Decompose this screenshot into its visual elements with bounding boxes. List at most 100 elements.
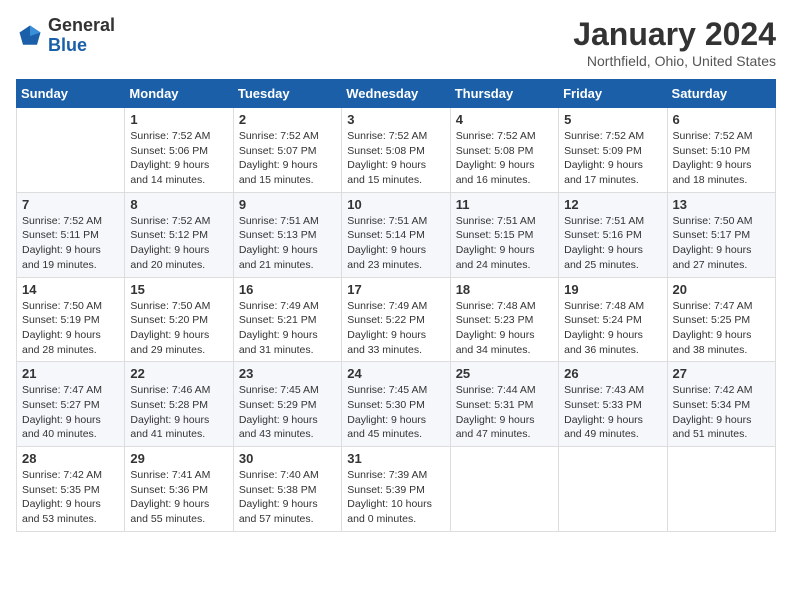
- weekday-header-saturday: Saturday: [667, 80, 775, 108]
- day-info: Sunrise: 7:52 AMSunset: 5:10 PMDaylight:…: [673, 129, 770, 188]
- calendar-cell: 16 Sunrise: 7:49 AMSunset: 5:21 PMDayligh…: [233, 277, 341, 362]
- day-info: Sunrise: 7:52 AMSunset: 5:12 PMDaylight:…: [130, 214, 227, 273]
- calendar-table: SundayMondayTuesdayWednesdayThursdayFrid…: [16, 79, 776, 532]
- calendar-cell: [17, 108, 125, 193]
- calendar-cell: 23 Sunrise: 7:45 AMSunset: 5:29 PMDayligh…: [233, 362, 341, 447]
- weekday-header-sunday: Sunday: [17, 80, 125, 108]
- day-info: Sunrise: 7:50 AMSunset: 5:20 PMDaylight:…: [130, 299, 227, 358]
- calendar-cell: 11 Sunrise: 7:51 AMSunset: 5:15 PMDayligh…: [450, 192, 558, 277]
- day-number: 14: [22, 282, 119, 297]
- calendar-cell: 25Sunrise: 7:44 AMSunset: 5:31 PMDayligh…: [450, 362, 558, 447]
- day-number: 2: [239, 112, 336, 127]
- day-number: 6: [673, 112, 770, 127]
- day-info: Sunrise: 7:43 AMSunset: 5:33 PMDaylight:…: [564, 383, 661, 442]
- day-number: 11: [456, 197, 553, 212]
- weekday-header-tuesday: Tuesday: [233, 80, 341, 108]
- calendar-week-row: 1 Sunrise: 7:52 AMSunset: 5:06 PMDaylight…: [17, 108, 776, 193]
- day-info: Sunrise: 7:52 AMSunset: 5:08 PMDaylight:…: [347, 129, 444, 188]
- calendar-week-row: 14 Sunrise: 7:50 AMSunset: 5:19 PMDayligh…: [17, 277, 776, 362]
- calendar-cell: 22 Sunrise: 7:46 AMSunset: 5:28 PMDayligh…: [125, 362, 233, 447]
- logo-general: General: [48, 16, 115, 36]
- page-header: General Blue January 2024 Northfield, Oh…: [16, 16, 776, 69]
- calendar-cell: 18 Sunrise: 7:48 AMSunset: 5:23 PMDayligh…: [450, 277, 558, 362]
- calendar-cell: 28 Sunrise: 7:42 AMSunset: 5:35 PMDayligh…: [17, 447, 125, 532]
- calendar-week-row: 28 Sunrise: 7:42 AMSunset: 5:35 PMDayligh…: [17, 447, 776, 532]
- calendar-cell: [559, 447, 667, 532]
- day-info: Sunrise: 7:52 AMSunset: 5:07 PMDaylight:…: [239, 129, 336, 188]
- calendar-cell: 6 Sunrise: 7:52 AMSunset: 5:10 PMDaylight…: [667, 108, 775, 193]
- calendar-week-row: 7Sunrise: 7:52 AMSunset: 5:11 PMDaylight…: [17, 192, 776, 277]
- day-number: 12: [564, 197, 661, 212]
- day-number: 26: [564, 366, 661, 381]
- day-number: 5: [564, 112, 661, 127]
- day-number: 9: [239, 197, 336, 212]
- day-number: 1: [130, 112, 227, 127]
- day-number: 24: [347, 366, 444, 381]
- day-number: 4: [456, 112, 553, 127]
- location: Northfield, Ohio, United States: [573, 53, 776, 69]
- calendar-cell: 27Sunrise: 7:42 AMSunset: 5:34 PMDayligh…: [667, 362, 775, 447]
- day-info: Sunrise: 7:51 AMSunset: 5:16 PMDaylight:…: [564, 214, 661, 273]
- weekday-header-thursday: Thursday: [450, 80, 558, 108]
- day-info: Sunrise: 7:39 AMSunset: 5:39 PMDaylight:…: [347, 468, 444, 527]
- day-info: Sunrise: 7:51 AMSunset: 5:15 PMDaylight:…: [456, 214, 553, 273]
- day-info: Sunrise: 7:47 AMSunset: 5:25 PMDaylight:…: [673, 299, 770, 358]
- calendar-cell: [450, 447, 558, 532]
- calendar-cell: 17 Sunrise: 7:49 AMSunset: 5:22 PMDayligh…: [342, 277, 450, 362]
- calendar-cell: 4 Sunrise: 7:52 AMSunset: 5:08 PMDaylight…: [450, 108, 558, 193]
- day-info: Sunrise: 7:45 AMSunset: 5:30 PMDaylight:…: [347, 383, 444, 442]
- day-info: Sunrise: 7:49 AMSunset: 5:22 PMDaylight:…: [347, 299, 444, 358]
- day-number: 22: [130, 366, 227, 381]
- day-number: 17: [347, 282, 444, 297]
- calendar-cell: 15 Sunrise: 7:50 AMSunset: 5:20 PMDayligh…: [125, 277, 233, 362]
- day-info: Sunrise: 7:49 AMSunset: 5:21 PMDaylight:…: [239, 299, 336, 358]
- day-number: 29: [130, 451, 227, 466]
- day-info: Sunrise: 7:52 AMSunset: 5:11 PMDaylight:…: [22, 214, 119, 273]
- calendar-cell: 3 Sunrise: 7:52 AMSunset: 5:08 PMDaylight…: [342, 108, 450, 193]
- calendar-cell: 26 Sunrise: 7:43 AMSunset: 5:33 PMDayligh…: [559, 362, 667, 447]
- day-number: 16: [239, 282, 336, 297]
- calendar-cell: 1 Sunrise: 7:52 AMSunset: 5:06 PMDaylight…: [125, 108, 233, 193]
- day-number: 23: [239, 366, 336, 381]
- day-number: 18: [456, 282, 553, 297]
- day-info: Sunrise: 7:47 AMSunset: 5:27 PMDaylight:…: [22, 383, 119, 442]
- day-info: Sunrise: 7:48 AMSunset: 5:23 PMDaylight:…: [456, 299, 553, 358]
- day-info: Sunrise: 7:42 AMSunset: 5:35 PMDaylight:…: [22, 468, 119, 527]
- calendar-cell: 24 Sunrise: 7:45 AMSunset: 5:30 PMDayligh…: [342, 362, 450, 447]
- day-number: 28: [22, 451, 119, 466]
- weekday-header-row: SundayMondayTuesdayWednesdayThursdayFrid…: [17, 80, 776, 108]
- calendar-cell: 13Sunrise: 7:50 AMSunset: 5:17 PMDayligh…: [667, 192, 775, 277]
- day-number: 21: [22, 366, 119, 381]
- calendar-cell: 12 Sunrise: 7:51 AMSunset: 5:16 PMDayligh…: [559, 192, 667, 277]
- day-info: Sunrise: 7:52 AMSunset: 5:08 PMDaylight:…: [456, 129, 553, 188]
- calendar-cell: 30Sunrise: 7:40 AMSunset: 5:38 PMDayligh…: [233, 447, 341, 532]
- day-info: Sunrise: 7:51 AMSunset: 5:14 PMDaylight:…: [347, 214, 444, 273]
- day-number: 3: [347, 112, 444, 127]
- day-number: 15: [130, 282, 227, 297]
- day-number: 30: [239, 451, 336, 466]
- calendar-cell: 10Sunrise: 7:51 AMSunset: 5:14 PMDayligh…: [342, 192, 450, 277]
- title-block: January 2024 Northfield, Ohio, United St…: [573, 16, 776, 69]
- day-info: Sunrise: 7:52 AMSunset: 5:09 PMDaylight:…: [564, 129, 661, 188]
- calendar-cell: 7Sunrise: 7:52 AMSunset: 5:11 PMDaylight…: [17, 192, 125, 277]
- day-info: Sunrise: 7:46 AMSunset: 5:28 PMDaylight:…: [130, 383, 227, 442]
- calendar-cell: 19Sunrise: 7:48 AMSunset: 5:24 PMDayligh…: [559, 277, 667, 362]
- day-number: 31: [347, 451, 444, 466]
- logo: General Blue: [16, 16, 115, 56]
- weekday-header-monday: Monday: [125, 80, 233, 108]
- day-info: Sunrise: 7:45 AMSunset: 5:29 PMDaylight:…: [239, 383, 336, 442]
- logo-blue: Blue: [48, 36, 115, 56]
- day-info: Sunrise: 7:44 AMSunset: 5:31 PMDaylight:…: [456, 383, 553, 442]
- month-title: January 2024: [573, 16, 776, 53]
- day-info: Sunrise: 7:48 AMSunset: 5:24 PMDaylight:…: [564, 299, 661, 358]
- day-info: Sunrise: 7:52 AMSunset: 5:06 PMDaylight:…: [130, 129, 227, 188]
- weekday-header-friday: Friday: [559, 80, 667, 108]
- calendar-cell: 21 Sunrise: 7:47 AMSunset: 5:27 PMDayligh…: [17, 362, 125, 447]
- weekday-header-wednesday: Wednesday: [342, 80, 450, 108]
- day-number: 13: [673, 197, 770, 212]
- calendar-cell: 20Sunrise: 7:47 AMSunset: 5:25 PMDayligh…: [667, 277, 775, 362]
- calendar-cell: 8Sunrise: 7:52 AMSunset: 5:12 PMDaylight…: [125, 192, 233, 277]
- calendar-cell: [667, 447, 775, 532]
- day-number: 27: [673, 366, 770, 381]
- day-info: Sunrise: 7:50 AMSunset: 5:19 PMDaylight:…: [22, 299, 119, 358]
